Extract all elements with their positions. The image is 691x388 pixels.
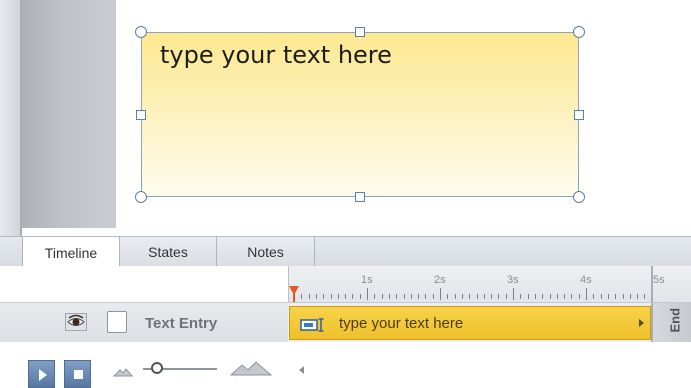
ruler-label-3s: 3s — [507, 274, 519, 286]
ruler-tick — [410, 294, 412, 299]
resize-handle-top[interactable] — [355, 27, 365, 37]
track-bar[interactable]: type your text here — [289, 306, 651, 340]
zoom-slider-thumb[interactable] — [151, 362, 163, 374]
ruler-tick — [461, 294, 463, 299]
resize-handle-bottom-left[interactable] — [135, 191, 147, 203]
timeline-tab-bar: Timeline States Notes — [0, 236, 691, 268]
end-label: End — [667, 307, 683, 333]
ruler-tick — [520, 294, 522, 299]
resize-handle-top-right[interactable] — [573, 26, 585, 38]
resize-handle-top-left[interactable] — [135, 26, 147, 38]
ruler-label-4s: 4s — [580, 274, 592, 286]
ruler-spacer — [0, 266, 288, 302]
ruler-tick — [644, 294, 646, 299]
ruler-tick — [615, 294, 617, 299]
tab-timeline[interactable]: Timeline — [22, 237, 120, 268]
ruler-tick — [527, 294, 529, 299]
ruler-tick — [578, 294, 580, 299]
ruler-tick — [301, 294, 303, 299]
scroll-left-arrow-icon[interactable] — [299, 366, 304, 374]
ruler-tick — [308, 294, 310, 299]
ruler-tick — [330, 294, 332, 299]
timeline-ruler[interactable]: 1s 2s 3s 4s 5s — [288, 266, 691, 302]
mountain-small-icon[interactable] — [112, 364, 134, 382]
tab-states[interactable]: States — [120, 237, 217, 267]
track-bar-label: type your text here — [339, 315, 464, 332]
ruler-tick — [469, 294, 471, 299]
ruler-tick — [571, 294, 573, 299]
ruler-tick — [483, 294, 485, 299]
lock-checkbox-icon[interactable] — [107, 311, 127, 333]
eye-icon[interactable] — [65, 313, 87, 331]
resize-handle-bottom[interactable] — [355, 192, 365, 202]
resize-handle-bottom-right[interactable] — [573, 191, 585, 203]
ruler-tick — [418, 294, 420, 299]
ruler-tick — [476, 294, 478, 299]
ruler-tick — [396, 294, 398, 299]
ruler-tick — [629, 294, 631, 299]
ruler-tick — [425, 294, 427, 299]
ruler-tick — [367, 288, 368, 300]
track-timeline-area: type your text here End — [288, 302, 691, 343]
ruler-tick — [345, 294, 347, 299]
end-marker[interactable]: End — [651, 303, 691, 343]
stop-button[interactable] — [64, 360, 91, 388]
ruler-tick — [388, 294, 390, 299]
ruler-tick — [454, 294, 456, 299]
text-caption-box[interactable]: type your text here — [141, 32, 579, 197]
ruler-tick — [607, 294, 609, 299]
stop-icon — [74, 370, 83, 379]
track-name: Text Entry — [145, 315, 218, 332]
tab-notes-label: Notes — [247, 244, 284, 260]
track-header[interactable]: Text Entry — [0, 302, 288, 342]
ruler-tick — [352, 294, 354, 299]
text-entry-icon — [300, 317, 326, 338]
tab-timeline-label: Timeline — [44, 244, 98, 261]
ruler-label-2s: 2s — [434, 274, 446, 286]
ruler-tick — [534, 294, 536, 299]
ruler-tick — [549, 294, 551, 299]
ruler-tick — [556, 294, 558, 299]
tab-states-label: States — [148, 244, 188, 260]
ruler-tick — [586, 288, 587, 300]
tab-notes[interactable]: Notes — [217, 237, 315, 267]
timeline-scroll-area[interactable] — [288, 342, 691, 388]
ruler-tick — [440, 288, 441, 300]
slide-panel — [22, 0, 116, 228]
playhead-stem — [293, 292, 295, 302]
ruler-tick — [513, 288, 514, 300]
mountain-large-icon[interactable] — [229, 360, 273, 381]
caption-text[interactable]: type your text here — [160, 41, 392, 69]
ruler-tick — [593, 294, 595, 299]
ruler-tick — [447, 294, 449, 299]
ruler-end-marker — [651, 266, 653, 302]
ruler-tick — [381, 294, 383, 299]
ruler-tick — [323, 294, 325, 299]
play-icon — [39, 369, 47, 381]
resize-handle-left[interactable] — [136, 110, 146, 120]
left-scroll-strip — [0, 0, 22, 236]
ruler-label-5s: 5s — [653, 274, 665, 286]
ruler-tick — [403, 294, 405, 299]
ruler-tick — [542, 294, 544, 299]
stage-canvas: type your text here — [0, 0, 691, 236]
ruler-tick — [622, 294, 624, 299]
ruler-tick — [637, 294, 639, 299]
ruler-tick — [374, 294, 376, 299]
ruler-tick — [359, 294, 361, 299]
resize-handle-right[interactable] — [574, 110, 584, 120]
expand-arrow-icon[interactable] — [639, 319, 644, 327]
ruler-label-1s: 1s — [361, 274, 373, 286]
ruler-tick — [498, 294, 500, 299]
ruler-tick — [564, 294, 566, 299]
ruler-tick — [337, 294, 339, 299]
playback-controls — [0, 342, 288, 388]
ruler-tick — [505, 294, 507, 299]
ruler-tick — [315, 294, 317, 299]
ruler-tick — [491, 294, 493, 299]
ruler-tick — [432, 294, 434, 299]
ruler-tick — [600, 294, 602, 299]
play-button[interactable] — [28, 360, 55, 388]
